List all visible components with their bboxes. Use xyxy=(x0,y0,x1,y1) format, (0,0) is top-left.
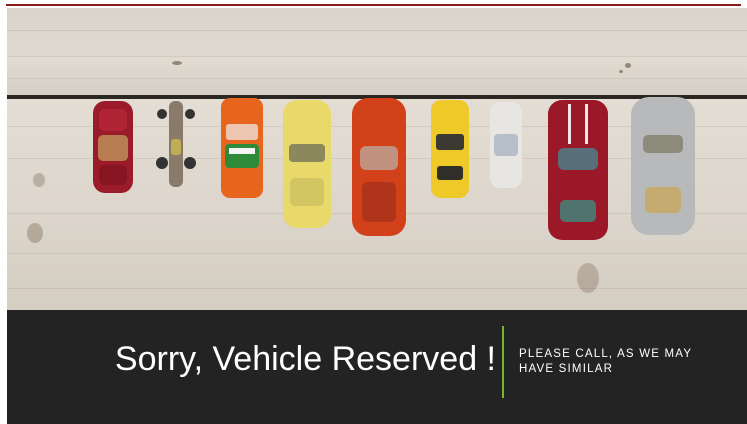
orange-red-car xyxy=(352,98,406,236)
orange-car xyxy=(221,98,263,198)
white-car xyxy=(490,102,522,188)
yellow-car xyxy=(283,100,331,228)
toy-cars-photo xyxy=(7,8,747,310)
silver-car xyxy=(631,97,695,235)
banner-title: Sorry, Vehicle Reserved ! xyxy=(114,340,496,378)
race-car xyxy=(156,101,196,187)
cars-layer xyxy=(93,97,695,240)
banner-subtitle: PLEASE CALL, AS WE MAY HAVE SIMILAR xyxy=(519,348,692,375)
top-rule xyxy=(0,0,747,7)
red-car xyxy=(93,101,133,193)
reserved-banner: Sorry, Vehicle Reserved ! PLEASE CALL, A… xyxy=(7,310,747,424)
yellow-sports-car xyxy=(431,100,469,198)
top-accent-line xyxy=(6,4,741,6)
maroon-car xyxy=(548,100,608,240)
banner-divider xyxy=(502,326,504,398)
